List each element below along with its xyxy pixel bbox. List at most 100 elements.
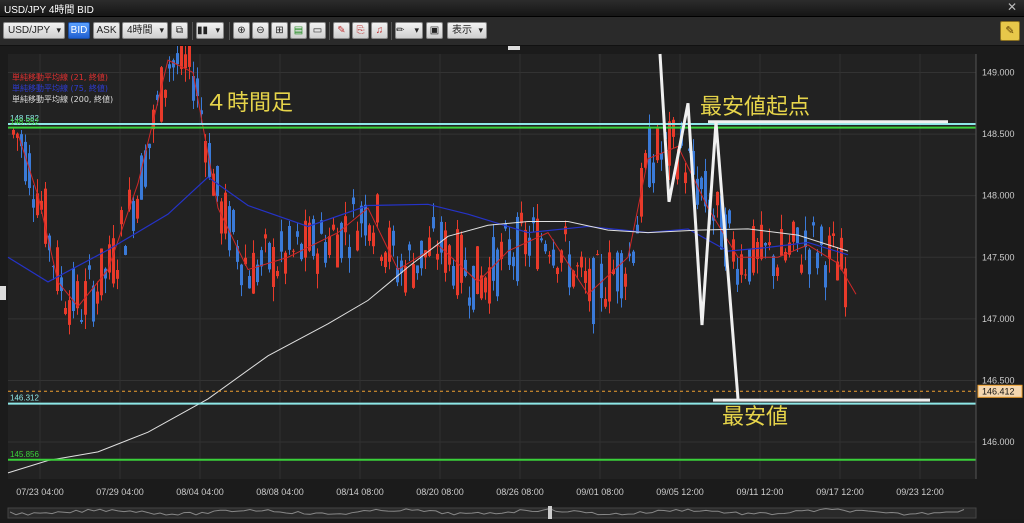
candle [804,230,807,248]
candle [228,206,231,251]
candle [384,252,387,268]
candle [88,265,91,270]
chart-toolbar: USD/JPY BID ASK 4時間 ⧉ ▮▮ ⊕ ⊖ ⊞ ▤ ▭ ✎ ⎘ ♫… [0,17,1024,46]
candle [124,246,127,255]
candle [832,233,835,236]
candle [436,253,439,260]
candle [44,188,47,244]
x-tick-label: 09/11 12:00 [737,487,784,497]
candle [248,276,251,289]
candle [452,265,455,286]
candle [376,194,379,223]
candle [260,250,263,267]
candle [768,242,771,246]
x-tick-label: 08/04 04:00 [176,487,224,497]
zoom-out-icon[interactable]: ⊖ [252,22,269,39]
candle [284,252,287,274]
candle [588,268,591,302]
candle [92,285,95,322]
grid-icon[interactable]: ⊞ [271,22,288,39]
candle [56,247,59,291]
indicator-icon[interactable]: ▤ [290,22,307,39]
candle [552,249,555,266]
draw-delete-icon[interactable]: ♫ [371,22,388,39]
y-tick-label: 148.500 [982,129,1015,139]
candle [460,234,463,283]
candle [160,67,163,122]
candle [296,231,299,237]
y-tick-label: 146.000 [982,437,1015,447]
candle [332,224,335,230]
x-tick-label: 07/23 04:00 [16,487,64,497]
hline-label: 145.856 [10,450,39,459]
x-tick-label: 09/05 12:00 [656,487,704,497]
left-scroll-handle [0,286,6,300]
candle [556,267,559,275]
timeframe-annotation: ４時間足 [205,91,293,116]
screenshot-icon[interactable]: ▣ [426,22,443,39]
candle [548,255,551,257]
candle [728,210,731,224]
close-icon[interactable]: ✕ [1004,0,1020,15]
candle [604,298,607,307]
candle [684,172,687,184]
draw-add-icon[interactable]: ✎ [333,22,350,39]
candle [368,225,371,241]
candle [760,224,763,259]
top-scroll-handle [508,46,520,50]
panel-icon[interactable]: ▭ [309,22,326,39]
candle [492,237,495,281]
currency-pair-select[interactable]: USD/JPY [3,22,65,39]
candle [736,268,739,285]
indicator-legend-label: 単純移動平均線 (21, 終値) [12,72,108,82]
candle [580,256,583,268]
zoom-in-icon[interactable]: ⊕ [233,22,250,39]
candle [232,210,235,233]
candle [116,269,119,279]
candle [388,227,391,262]
candle [744,274,747,276]
candle [808,249,811,275]
candle [280,231,283,252]
candle [408,244,411,251]
bid-button[interactable]: BID [68,22,90,39]
candle [496,249,499,297]
candle [168,64,171,69]
candle [568,254,571,288]
candle [484,277,487,293]
hline-label: 146.312 [10,394,39,403]
timeframe-select[interactable]: 4時間 [122,22,168,39]
candle [816,252,819,269]
x-tick-label: 09/17 12:00 [816,487,864,497]
candle [68,300,71,325]
candle [336,234,339,268]
draw-copy-icon[interactable]: ⎘ [352,22,369,39]
display-menu[interactable]: 表示 [447,22,487,39]
chart-type-select[interactable]: ▮▮ [196,22,224,39]
chart-area[interactable]: 148.582 148.552 146.312 145.856 146.412 149.… [0,21,1024,519]
candle [776,267,779,277]
candle [216,166,219,197]
settings-icon[interactable]: ✎ [1000,21,1020,41]
price-chart: 148.582148.552146.312145.856146.412 149.… [0,21,1024,519]
candle [252,252,255,294]
x-tick-label: 08/26 08:00 [496,487,544,497]
candle [592,258,595,325]
candle [824,265,827,288]
candle [488,267,491,304]
pen-tool-select[interactable]: ✏ [395,22,423,39]
y-tick-label: 147.000 [982,314,1015,324]
toolbar-separator [229,22,230,40]
y-tick-label: 148.000 [982,191,1015,201]
candle [140,155,143,200]
y-tick-label: 149.000 [982,67,1015,77]
candle [32,199,35,208]
ask-button[interactable]: ASK [93,22,120,39]
candle [700,177,703,190]
candle [616,252,619,292]
window-titlebar: USD/JPY 4時間 BID ✕ [0,0,1024,17]
candle [540,238,543,241]
candle [576,265,579,267]
candle [96,291,99,304]
duplicate-chart-icon[interactable]: ⧉ [171,22,188,39]
